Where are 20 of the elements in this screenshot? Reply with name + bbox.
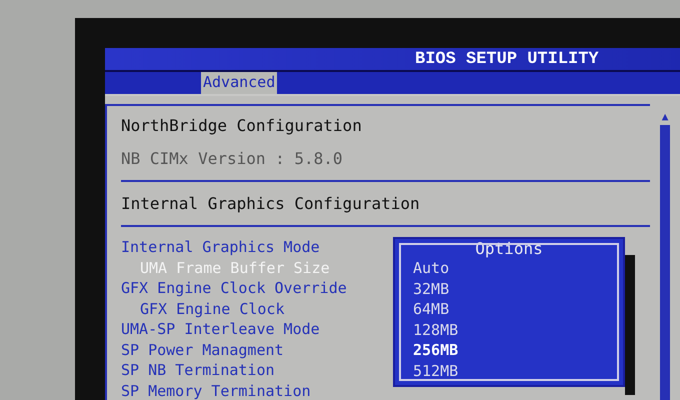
option-item[interactable]: 64MB xyxy=(413,299,623,320)
setting-item[interactable]: SP NB Termination xyxy=(121,360,393,380)
option-item[interactable]: 128MB xyxy=(413,320,623,340)
option-item[interactable]: 32MB xyxy=(413,278,623,299)
version-text: NB CIMx Version : 5.8.0 xyxy=(121,149,344,168)
section-title: Internal Graphics Configuration xyxy=(121,194,421,213)
setting-item[interactable]: UMA-SP Interleave Mode xyxy=(121,319,393,340)
setting-item[interactable]: SP Power Managment xyxy=(121,340,393,360)
option-item[interactable]: 256MB xyxy=(413,340,623,360)
section-title: NorthBridge Configuration xyxy=(121,116,363,135)
setting-item[interactable]: SP Memory Termination xyxy=(121,380,393,400)
setting-item[interactable]: Internal Graphics Mode xyxy=(121,237,393,258)
setting-item[interactable]: GFX Engine Clock Override xyxy=(121,278,393,298)
window-title: BIOS SETUP UTILITY xyxy=(415,50,599,68)
option-item[interactable]: 512MB xyxy=(413,360,623,381)
scroll-up-arrow[interactable]: ▲ xyxy=(662,110,668,123)
tab[interactable]: Advanced xyxy=(201,72,278,94)
setting-item[interactable]: GFX Engine Clock xyxy=(121,298,393,319)
option-item[interactable]: Auto xyxy=(413,258,623,278)
scrollbar-thumb[interactable] xyxy=(660,125,670,400)
